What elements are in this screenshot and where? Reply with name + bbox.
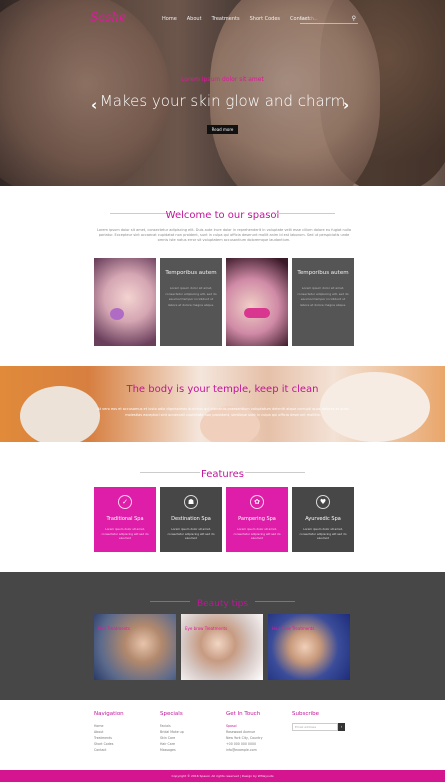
feature-text: Lorem ipsum dolor sit amet, consectetur … (299, 527, 347, 541)
feature-text: Lorem ipsum dolor sit amet, consectetur … (233, 527, 281, 541)
tips-title: Beauty tips (196, 599, 249, 609)
subscribe-button[interactable]: › (338, 723, 345, 731)
hero-title: Makes your skin glow and charm (99, 92, 346, 110)
feature-text: Lorem ipsum dolor sit amet, consectetur … (167, 527, 215, 541)
carousel-next-icon[interactable]: › (343, 96, 349, 114)
beauty-tips-section: Beauty tips Hair Treatments Eye brow Tre… (0, 572, 445, 700)
tip-caption: Hair Care Treatments (272, 626, 315, 631)
footer: Navigation Home About Treatments Short C… (0, 700, 445, 770)
band-text: At vero eos et accusamus et iusto odio d… (97, 407, 349, 417)
nav-item-treatments[interactable]: Treatments (212, 16, 240, 22)
feature-title: Traditional Spa (106, 516, 144, 522)
logo[interactable]: Sashe (90, 10, 126, 24)
feature-card[interactable]: ♥ Ayurvedic Spa Lorem ipsum dolor sit am… (292, 487, 354, 552)
tile-text: Lorem ipsum dolor sit amet, consectetur … (297, 286, 349, 307)
info-tile: Temporibus autem Lorem ipsum dolor sit a… (160, 258, 222, 346)
flower-icon: ✿ (250, 495, 264, 509)
nav-item-about[interactable]: About (187, 16, 202, 22)
search-input[interactable]: Search... ⚲ (300, 14, 358, 24)
hero-subtitle: Lorem ipsum dolor sit amet (181, 76, 264, 83)
features-title: Features (201, 469, 244, 480)
read-more-button[interactable]: Read more (207, 125, 238, 134)
subscribe-email-input[interactable]: Email address (292, 723, 338, 731)
top-nav: Sashe Home About Treatments Short Codes … (0, 10, 445, 30)
check-icon: ✓ (118, 495, 132, 509)
footer-heading: Get In Touch (226, 711, 261, 717)
footer-link[interactable]: Massages (160, 747, 220, 753)
welcome-title: Welcome to our spasol (165, 210, 280, 221)
footer-col-specials: Specials Facials Bridal Make up Skin Car… (160, 711, 220, 753)
feature-card[interactable]: ✿ Pampering Spa Lorem ipsum dolor sit am… (226, 487, 288, 552)
tile-text: Lorem ipsum dolor sit amet, consectetur … (165, 286, 217, 307)
subscribe-form: Email address › (292, 723, 352, 731)
tip-card[interactable]: Eye brow Treatments (181, 614, 263, 680)
nav-item-home[interactable]: Home (162, 16, 177, 22)
footer-col-subscribe: Subscribe Email address › (292, 711, 352, 731)
feature-card[interactable]: ☗ Destination Spa Lorem ipsum dolor sit … (160, 487, 222, 552)
tip-caption: Hair Treatments (98, 626, 130, 631)
quote-band: The body is your temple, keep it clean A… (0, 366, 445, 442)
footer-col-contact: Get In Touch Spasol Rosewood Avenue New … (226, 711, 286, 753)
feature-title: Ayurvedic Spa (305, 516, 341, 522)
feature-card[interactable]: ✓ Traditional Spa Lorem ipsum dolor sit … (94, 487, 156, 552)
heart-icon: ♥ (316, 495, 330, 509)
copyright-bar: Copyright © 2016 Spasol. All rights rese… (0, 770, 445, 782)
band-title: The body is your temple, keep it clean (126, 384, 319, 395)
footer-heading: Specials (160, 711, 183, 717)
manicure-image (226, 258, 288, 346)
search-placeholder: Search... (300, 16, 318, 21)
tile-title: Temporibus autem (297, 270, 349, 276)
tip-card[interactable]: Hair Care Treatments (268, 614, 350, 680)
nav-menu: Home About Treatments Short Codes Contac… (162, 16, 309, 22)
features-heading: Features (0, 462, 445, 481)
info-tile: Temporibus autem Lorem ipsum dolor sit a… (292, 258, 354, 346)
nail-art-image (94, 258, 156, 346)
tile-title: Temporibus autem (165, 270, 217, 276)
footer-email-link[interactable]: info@example.com (226, 747, 286, 753)
hero-banner: Sashe Home About Treatments Short Codes … (0, 0, 445, 186)
tips-heading: Beauty tips (0, 591, 445, 610)
user-icon: ☗ (184, 495, 198, 509)
features-grid: ✓ Traditional Spa Lorem ipsum dolor sit … (94, 487, 354, 552)
footer-heading: Navigation (94, 711, 124, 717)
tip-caption: Eye brow Treatments (185, 626, 228, 631)
footer-heading: Subscribe (292, 711, 320, 717)
feature-title: Pampering Spa (238, 516, 276, 522)
feature-title: Destination Spa (171, 516, 211, 522)
tip-card[interactable]: Hair Treatments (94, 614, 176, 680)
footer-col-navigation: Navigation Home About Treatments Short C… (94, 711, 154, 753)
feature-text: Lorem ipsum dolor sit amet, consectetur … (101, 527, 149, 541)
welcome-tiles: Temporibus autem Lorem ipsum dolor sit a… (94, 258, 354, 346)
search-icon[interactable]: ⚲ (352, 15, 356, 22)
tips-gallery: Hair Treatments Eye brow Treatments Hair… (94, 614, 352, 680)
welcome-heading: Welcome to our spasol (0, 203, 445, 222)
nav-item-short-codes[interactable]: Short Codes (250, 16, 280, 22)
welcome-text: Lorem ipsum dolor sit amet, consectetur … (96, 228, 352, 242)
footer-link[interactable]: Contact (94, 747, 154, 753)
